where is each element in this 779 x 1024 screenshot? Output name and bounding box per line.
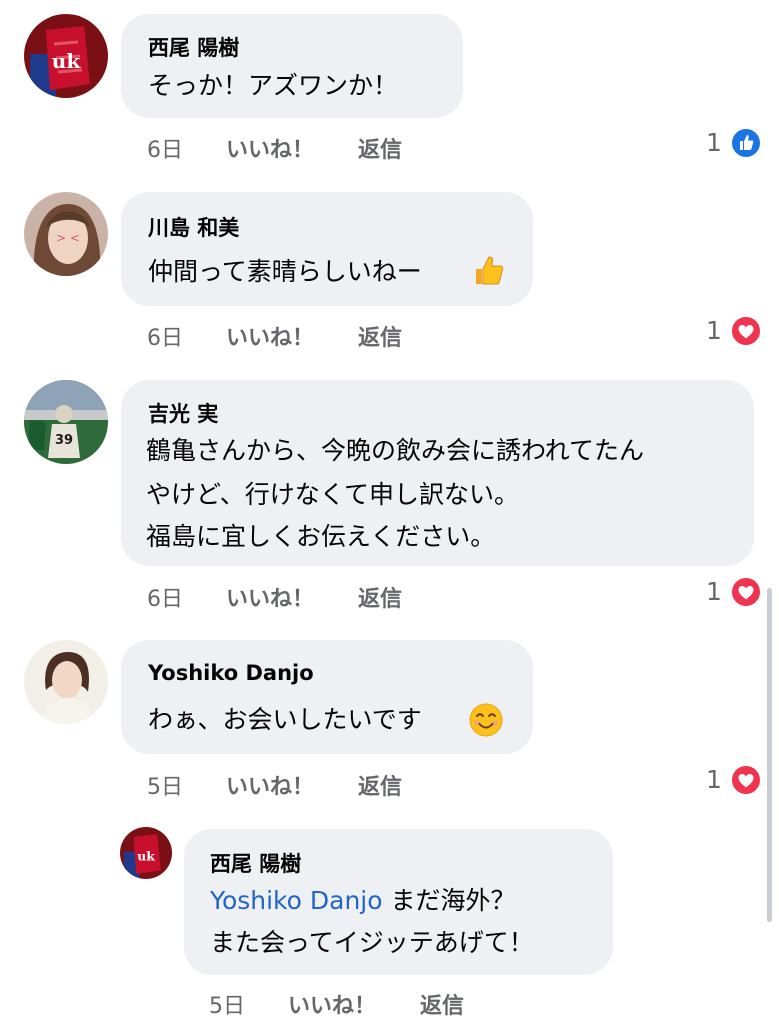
comment-text: そっか！アズワンか！ bbox=[148, 71, 399, 100]
reply-button[interactable]: 返信 bbox=[420, 988, 464, 1020]
avatar[interactable]: > < bbox=[24, 192, 108, 276]
comment-time[interactable]: 5日 bbox=[147, 769, 183, 801]
reaction-count[interactable]: 1 bbox=[706, 577, 722, 606]
like-button[interactable]: いいね！ bbox=[226, 581, 314, 613]
smiling-face-emoji bbox=[468, 702, 504, 738]
reply-button[interactable]: 返信 bbox=[358, 769, 402, 801]
love-icon[interactable] bbox=[730, 315, 762, 347]
reaction-count[interactable]: 1 bbox=[706, 316, 722, 345]
svg-text:uk: uk bbox=[137, 848, 155, 863]
comment-time[interactable]: 6日 bbox=[147, 132, 183, 164]
reaction-count[interactable]: 1 bbox=[706, 128, 722, 157]
comment-author[interactable]: 西尾 陽樹 bbox=[148, 32, 239, 62]
comment-text-rest: まだ海外？ bbox=[382, 886, 516, 915]
comment-author[interactable]: 西尾 陽樹 bbox=[210, 848, 301, 878]
comment-text: Yoshiko Danjo まだ海外？ bbox=[210, 880, 516, 921]
comment-author[interactable]: Yoshiko Danjo bbox=[148, 661, 314, 685]
comment-time[interactable]: 6日 bbox=[147, 581, 183, 613]
reply-button[interactable]: 返信 bbox=[358, 132, 402, 164]
love-icon[interactable] bbox=[730, 764, 762, 796]
comment-text: また会ってイジッテあげて！ bbox=[210, 928, 534, 957]
like-icon[interactable] bbox=[730, 127, 762, 159]
avatar[interactable]: uk bbox=[24, 14, 108, 98]
svg-text:> <: > < bbox=[56, 231, 80, 245]
like-button[interactable]: いいね！ bbox=[226, 320, 314, 352]
comment-time[interactable]: 6日 bbox=[147, 320, 183, 352]
avatar[interactable]: 39 bbox=[24, 380, 108, 464]
mention-link[interactable]: Yoshiko Danjo bbox=[210, 886, 383, 915]
avatar[interactable]: uk bbox=[120, 827, 172, 879]
comment-author[interactable]: 吉光 実 bbox=[148, 398, 218, 428]
comment-author[interactable]: 川島 和美 bbox=[148, 212, 239, 242]
love-icon[interactable] bbox=[730, 576, 762, 608]
reply-button[interactable]: 返信 bbox=[358, 320, 402, 352]
thumbs-up-emoji bbox=[470, 252, 506, 288]
like-button[interactable]: いいね！ bbox=[226, 769, 314, 801]
like-button[interactable]: いいね！ bbox=[288, 988, 376, 1020]
svg-text:39: 39 bbox=[55, 433, 73, 448]
reply-button[interactable]: 返信 bbox=[358, 581, 402, 613]
comment-text: 仲間って素晴らしいねー bbox=[148, 257, 422, 286]
avatar[interactable] bbox=[24, 640, 108, 724]
comment-text: 福島に宜しくお伝えください。 bbox=[146, 522, 496, 551]
comment-text: わぁ、お会いしたいです bbox=[148, 705, 422, 734]
svg-text:uk: uk bbox=[52, 49, 82, 73]
comment-time[interactable]: 5日 bbox=[209, 988, 245, 1020]
scrollbar[interactable] bbox=[767, 588, 772, 922]
like-button[interactable]: いいね！ bbox=[226, 132, 314, 164]
comment-text: やけど、行けなくて申し訳ない。 bbox=[146, 480, 520, 509]
reaction-count[interactable]: 1 bbox=[706, 765, 722, 794]
comment-text: 鶴亀さんから、今晩の飲み会に誘われてたん bbox=[146, 436, 645, 465]
